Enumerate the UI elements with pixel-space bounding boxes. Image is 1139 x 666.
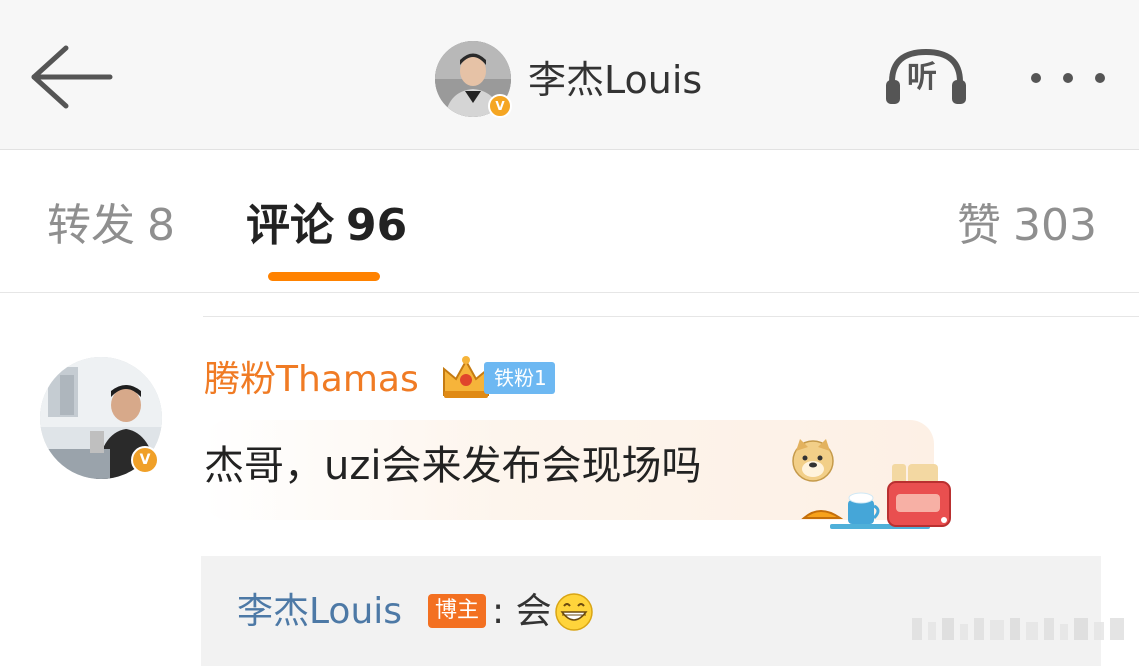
tab-likes-count: 303 [1013, 200, 1097, 251]
more-dots-icon [1031, 73, 1105, 83]
comment-text: 杰哥，uzi会来发布会现场吗 [204, 443, 702, 489]
tab-comments-count: 96 [346, 200, 408, 251]
tab-likes[interactable]: 赞 303 [957, 198, 1097, 254]
back-button[interactable] [28, 44, 114, 110]
commenter-name[interactable]: 腾粉Thamas [204, 356, 419, 404]
tab-reposts-label: 转发 [47, 200, 135, 251]
reply-content: 会 [515, 591, 552, 632]
reply-author-name[interactable]: 李杰Louis [237, 588, 402, 636]
watermark-icon [912, 618, 1124, 640]
top-bar: V 李杰Louis 听 [0, 0, 1139, 150]
commenter-verified-badge: V [131, 446, 159, 474]
grin-emoji-icon [555, 593, 593, 631]
tab-comments[interactable]: 评论 96 [246, 198, 407, 254]
tab-reposts-count: 8 [147, 200, 175, 251]
reply-text: : 会 [492, 588, 552, 636]
tab-likes-label: 赞 [957, 200, 1002, 251]
more-button[interactable] [1028, 64, 1108, 92]
tab-bar: 转发 8 评论 96 赞 303 [0, 150, 1139, 293]
header-author-name[interactable]: 李杰Louis [528, 56, 702, 104]
op-badge: 博主 [428, 594, 487, 628]
active-tab-indicator [268, 272, 380, 281]
listen-button[interactable]: 听 [884, 46, 968, 108]
listen-label: 听 [907, 60, 937, 95]
breakfast-decoration-icon [801, 464, 951, 529]
fan-badge: 铁粉1 [484, 362, 555, 394]
comment-divider [203, 316, 1139, 317]
tab-reposts[interactable]: 转发 8 [47, 198, 175, 254]
arrow-left-icon [31, 45, 113, 109]
verified-badge: V [488, 94, 512, 118]
reply-separator: : [492, 591, 505, 632]
tab-comments-label: 评论 [246, 200, 334, 251]
